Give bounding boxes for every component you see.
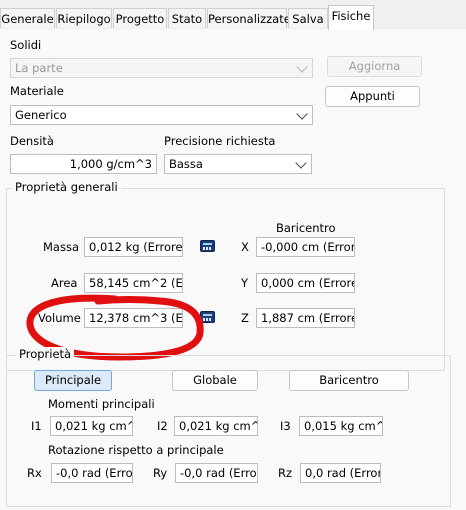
- precisione-select[interactable]: Bassa: [164, 154, 312, 174]
- massa-field[interactable]: 0,012 kg (Errore re: [84, 237, 183, 257]
- rz-label: Rz: [278, 466, 293, 480]
- principale-button[interactable]: Principale: [34, 370, 112, 391]
- ry-label: Ry: [153, 466, 168, 480]
- materiale-select[interactable]: Generico: [10, 105, 313, 125]
- tab-fisiche[interactable]: Fisiche: [328, 5, 374, 30]
- tab-personalizzate[interactable]: Personalizzate: [207, 8, 291, 28]
- tab-riepilogo[interactable]: Riepilogo: [56, 8, 112, 28]
- tab-progetto[interactable]: Progetto: [113, 8, 167, 28]
- i1-label: I1: [31, 419, 42, 433]
- chevron-down-icon: [296, 61, 308, 73]
- z-field[interactable]: 1,887 cm (Errore re: [256, 308, 355, 328]
- rx-field[interactable]: -0,0 rad (Errore: [51, 463, 133, 483]
- i2-label: I2: [157, 419, 168, 433]
- tab-salva[interactable]: Salva: [288, 8, 328, 28]
- i3-field[interactable]: 0,015 kg cm^2: [299, 416, 383, 436]
- proprieta-generali-title: Proprietà generali: [12, 180, 121, 194]
- tab-bar: Generale Riepilogo Progetto Stato Person…: [0, 0, 466, 30]
- proprieta-inerzia-title: Proprietà: [16, 347, 75, 361]
- densita-field[interactable]: 1,000 g/cm^3: [10, 154, 157, 174]
- tab-generale[interactable]: Generale: [0, 8, 55, 28]
- calculator-icon[interactable]: [200, 311, 215, 323]
- appunti-button[interactable]: Appunti: [325, 86, 420, 107]
- x-label: X: [241, 240, 249, 254]
- rx-label: Rx: [27, 466, 42, 480]
- chevron-down-icon: [296, 108, 308, 120]
- tab-stato[interactable]: Stato: [168, 8, 206, 28]
- solidi-value: La parte: [15, 61, 63, 75]
- x-field[interactable]: -0,000 cm (Errore r: [256, 237, 355, 257]
- solidi-label: Solidi: [10, 38, 42, 52]
- y-label: Y: [241, 276, 249, 290]
- momenti-principali-label: Momenti principali: [48, 397, 155, 411]
- materiale-label: Materiale: [10, 84, 64, 98]
- aggiorna-button[interactable]: Aggiorna: [327, 56, 422, 77]
- rz-field[interactable]: 0,0 rad (Errore: [300, 463, 381, 483]
- precisione-value: Bassa: [169, 157, 203, 171]
- rotazione-label: Rotazione rispetto a principale: [48, 443, 224, 457]
- area-field[interactable]: 58,145 cm^2 (Error: [84, 273, 183, 293]
- densita-label: Densità: [10, 134, 54, 148]
- chevron-down-icon: [295, 157, 307, 169]
- i3-label: I3: [280, 419, 291, 433]
- area-label: Area: [51, 276, 78, 290]
- baricentro-button[interactable]: Baricentro: [289, 370, 409, 391]
- volume-field[interactable]: 12,378 cm^3 (Erro: [84, 308, 183, 328]
- globale-button[interactable]: Globale: [172, 370, 258, 391]
- materiale-value: Generico: [15, 108, 67, 122]
- calculator-icon[interactable]: [200, 240, 215, 252]
- y-field[interactable]: 0,000 cm (Errore re: [256, 273, 355, 293]
- massa-label: Massa: [43, 240, 79, 254]
- ry-field[interactable]: -0,0 rad (Errore: [175, 463, 258, 483]
- physical-properties-panel: Solidi La parte Aggiorna Materiale Appun…: [0, 29, 466, 510]
- solidi-select[interactable]: La parte: [10, 58, 313, 78]
- i1-field[interactable]: 0,021 kg cm^2: [50, 416, 133, 436]
- volume-label: Volume: [38, 311, 81, 325]
- baricentro-label: Baricentro: [276, 221, 336, 235]
- precisione-label: Precisione richiesta: [164, 134, 276, 148]
- z-label: Z: [241, 311, 249, 325]
- i2-field[interactable]: 0,021 kg cm^2: [174, 416, 258, 436]
